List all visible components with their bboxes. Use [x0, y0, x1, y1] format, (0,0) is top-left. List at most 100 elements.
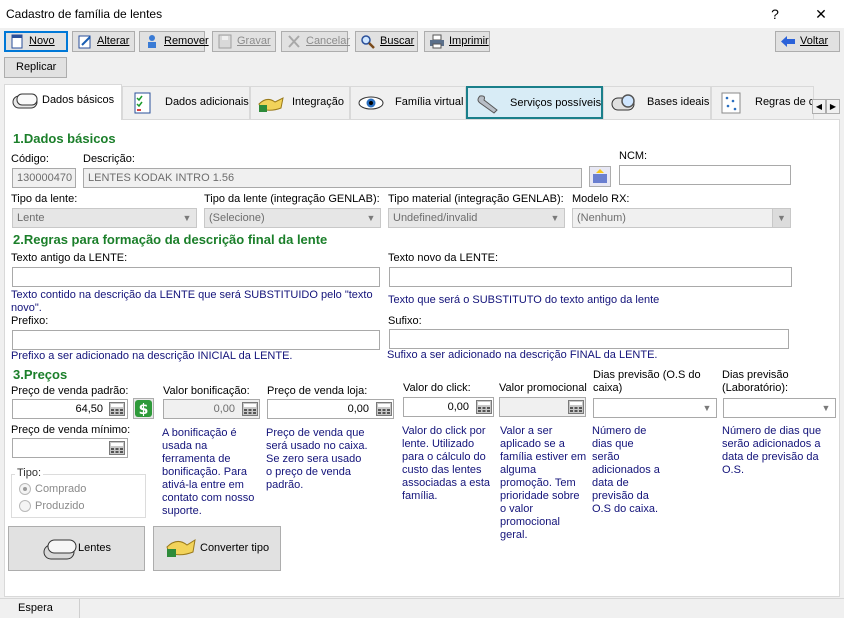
tipo-genlab-select[interactable]: (Selecione) ▼	[204, 208, 381, 228]
tipo-produzido-radio[interactable]: Produzido	[19, 500, 85, 512]
radio-checked-icon	[19, 483, 31, 495]
dias-caixa-help: Número de dias que serão adicionados a d…	[592, 425, 660, 515]
gravar-button[interactable]: Gravar	[212, 31, 276, 52]
tab-label: Família virtual	[395, 96, 464, 108]
remove-icon	[148, 35, 156, 48]
converter-tipo-button[interactable]: Converter tipo	[153, 526, 281, 571]
imprimir-button[interactable]: Imprimir	[424, 31, 490, 52]
magic-wand-icon	[593, 169, 607, 183]
search-icon	[361, 35, 375, 49]
calculator-icon[interactable]	[109, 441, 125, 455]
calculator-icon[interactable]	[376, 402, 392, 416]
tab-regras[interactable]: Regras de c	[711, 86, 814, 119]
dias-caixa-label: Dias previsão (O.S do caixa)	[593, 369, 701, 394]
texto-novo-help: Texto que será o SUBSTITUTO do texto ant…	[388, 294, 660, 306]
tipo-comprado-radio[interactable]: Comprado	[19, 483, 86, 495]
status-bar: Espera	[0, 598, 844, 618]
valor-promocional-help: Valor a ser aplicado se a família estive…	[500, 425, 587, 541]
help-button[interactable]: ?	[760, 4, 790, 24]
alterar-button[interactable]: Alterar	[72, 31, 135, 52]
wrench-icon	[477, 95, 498, 114]
calculator-icon[interactable]	[476, 400, 492, 414]
sufixo-help: Sufixo a ser adicionado na descrição FIN…	[387, 349, 658, 361]
sufixo-field[interactable]	[389, 329, 789, 349]
tipo-lente-label: Tipo da lente:	[11, 193, 78, 205]
dias-caixa-select[interactable]: ▼	[593, 398, 717, 418]
texto-novo-field[interactable]	[389, 267, 792, 287]
sufixo-label: Sufixo:	[388, 315, 422, 327]
material-label: Tipo material (integração GENLAB):	[388, 193, 564, 205]
tab-label: Dados básicos	[42, 94, 115, 106]
window-title: Cadastro de família de lentes	[6, 7, 163, 21]
bonificacao-label: Valor bonificação:	[163, 385, 250, 397]
calculator-icon[interactable]	[109, 402, 125, 416]
dollar-icon: $	[135, 400, 152, 417]
codigo-field[interactable]: 130000470	[12, 168, 76, 188]
chevron-down-icon: ▼	[772, 209, 790, 227]
valor-promocional-label: Valor promocional	[499, 382, 587, 394]
tipo-lente-select[interactable]: Lente ▼	[12, 208, 197, 228]
tab-integracao[interactable]: Integração	[250, 86, 350, 119]
descricao-generate-button[interactable]	[589, 166, 611, 187]
lens-icon	[12, 93, 38, 109]
tipo-lente-value: Lente	[17, 212, 45, 224]
preco-minimo-label: Preço de venda mínimo:	[11, 424, 131, 436]
tab-bar: Dados básicos Dados adicionais Integraçã…	[4, 84, 840, 120]
preco-loja-help: Preço de venda que será usado no caixa. …	[266, 427, 368, 491]
section-precos-title: 3.Preços	[13, 367, 68, 382]
printer-icon	[430, 34, 444, 49]
price-calculator-button[interactable]: $	[133, 398, 154, 419]
tipo-genlab-value: (Selecione)	[209, 212, 265, 224]
handshake-icon	[258, 97, 284, 112]
alterar-label: Alterar	[97, 35, 130, 47]
cancelar-label: Cancelar	[306, 35, 351, 47]
valor-click-help: Valor do click por lente. Utilizado para…	[402, 425, 491, 502]
descricao-field[interactable]: LENTES KODAK INTRO 1.56	[83, 168, 582, 188]
prefixo-label: Prefixo:	[11, 315, 49, 327]
voltar-button[interactable]: Voltar	[775, 31, 840, 52]
tab-scroll-left[interactable]: ◀	[812, 99, 826, 114]
material-value: Undefined/invalid	[393, 212, 478, 224]
chevron-down-icon: ▼	[702, 403, 712, 413]
section-dados-basicos-title: 1.Dados básicos	[13, 131, 116, 146]
tab-dados-basicos[interactable]: Dados básicos	[4, 84, 122, 120]
cancelar-button[interactable]: Cancelar	[281, 31, 351, 52]
preco-loja-field[interactable]: 0,00	[267, 399, 394, 419]
codigo-label: Código:	[11, 153, 49, 165]
calculator-icon[interactable]	[568, 400, 584, 414]
magnifier-lens-icon	[611, 94, 635, 111]
buscar-button[interactable]: Buscar	[355, 31, 418, 52]
radio-unchecked-icon	[19, 500, 31, 512]
lentes-label: Lentes	[78, 542, 112, 554]
status-text: Espera	[0, 599, 80, 618]
tab-label: Regras de c	[755, 96, 814, 108]
tab-bases-ideais[interactable]: Bases ideais	[603, 86, 711, 119]
chevron-down-icon: ▼	[182, 213, 192, 223]
texto-antigo-field[interactable]	[12, 267, 380, 287]
tipo-genlab-label: Tipo da lente (integração GENLAB):	[204, 193, 380, 205]
prefixo-field[interactable]	[12, 330, 380, 350]
imprimir-label: Imprimir	[449, 35, 489, 47]
tab-dados-adicionais[interactable]: Dados adicionais	[122, 86, 250, 119]
lentes-button[interactable]: Lentes	[8, 526, 145, 571]
tab-servicos-possiveis[interactable]: Serviços possíveis	[466, 86, 603, 119]
modelo-rx-select[interactable]: (Nenhum) ▼	[572, 208, 791, 228]
dotted-grid-icon	[721, 92, 741, 114]
eye-icon	[358, 96, 384, 110]
tab-scroll-right[interactable]: ▶	[826, 99, 840, 114]
texto-antigo-help: Texto contido na descrição da LENTE que …	[11, 289, 373, 314]
dias-laboratorio-select[interactable]: ▼	[723, 398, 836, 418]
converter-tipo-label: Converter tipo	[200, 542, 270, 554]
buscar-label: Buscar	[380, 35, 415, 47]
tab-familia-virtual[interactable]: Família virtual	[350, 86, 466, 119]
novo-button[interactable]: Novo	[4, 31, 68, 52]
tab-label: Serviços possíveis	[510, 97, 602, 109]
ncm-field[interactable]	[619, 165, 791, 185]
replicar-button[interactable]: Replicar	[4, 57, 67, 78]
remover-button[interactable]: Remover	[139, 31, 209, 52]
material-select[interactable]: Undefined/invalid ▼	[388, 208, 565, 228]
close-button[interactable]: ✕	[806, 4, 836, 24]
modelo-rx-label: Modelo RX:	[572, 193, 630, 205]
section-regras-title: 2.Regras para formação da descrição fina…	[13, 232, 328, 247]
calculator-icon[interactable]	[242, 402, 258, 416]
